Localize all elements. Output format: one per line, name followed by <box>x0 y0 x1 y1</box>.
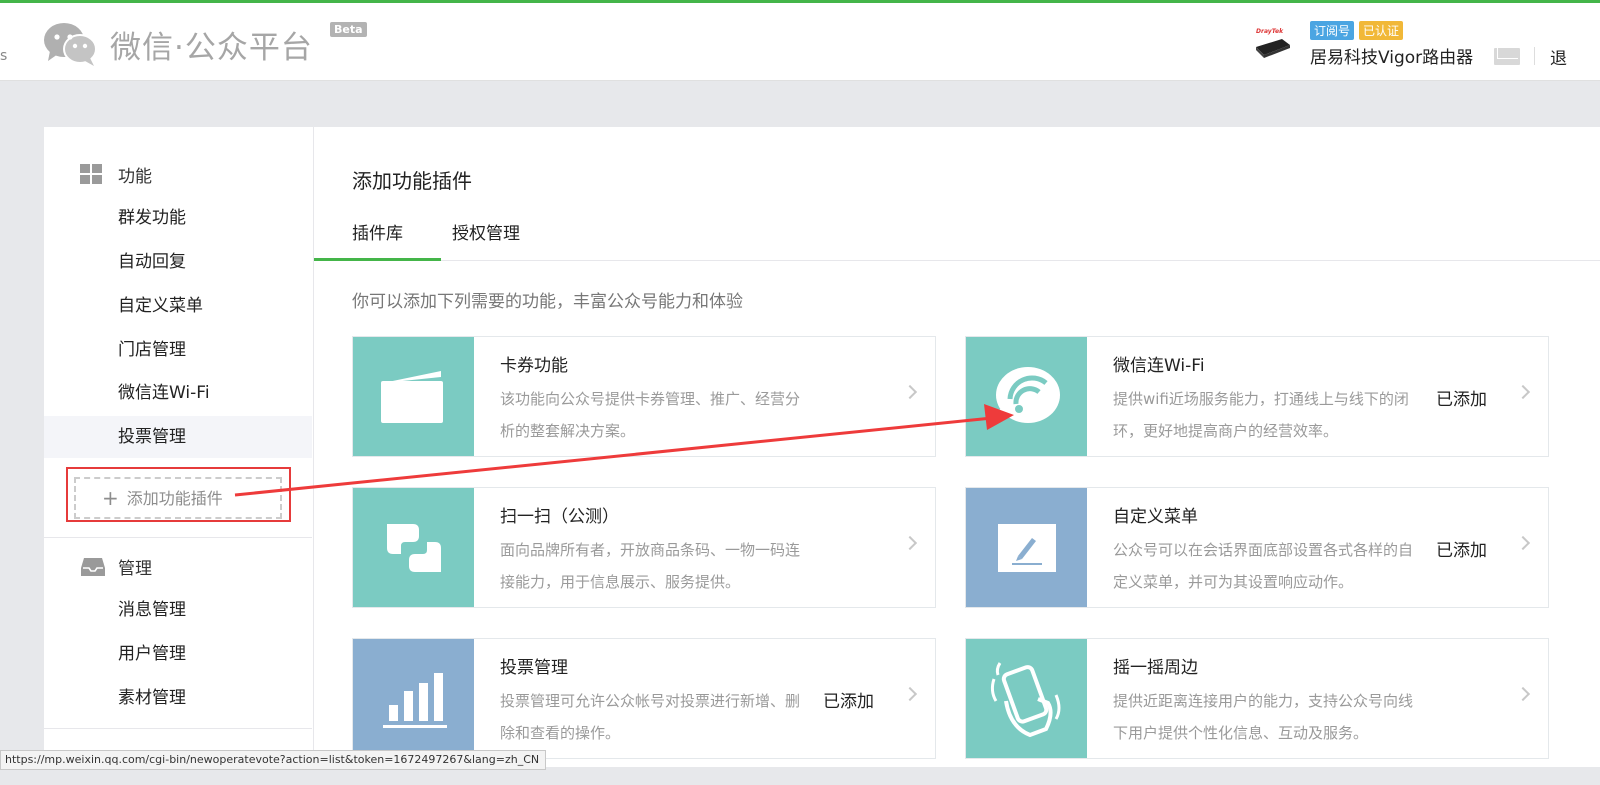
plugin-card-name: 自定义菜单 <box>1113 507 1198 527</box>
header: s 微信·公众平台 Beta DrayTek 订阅号 已认证 居易科技Vigor… <box>0 3 1600 81</box>
section-function: 功能 <box>80 162 152 187</box>
plugin-card-desc: 投票管理可允许公众帐号对投票进行新增、删除和查看的操作。 <box>500 692 801 742</box>
avatar-brand-text: DrayTek <box>1256 28 1284 35</box>
inbox-icon <box>81 557 105 576</box>
sidebar-item-store-management[interactable]: 门店管理 <box>44 329 312 371</box>
sidebar-item-vote-management[interactable]: 投票管理 <box>44 416 312 458</box>
added-status: 已添加 <box>1436 541 1487 561</box>
subscription-badge: 订阅号 <box>1310 21 1355 40</box>
plugin-card-name: 微信连Wi-Fi <box>1113 356 1205 376</box>
browser-status-url: https://mp.weixin.qq.com/cgi-bin/newoper… <box>0 750 546 770</box>
section-function-title: 功能 <box>118 167 152 187</box>
sidebar-divider <box>44 728 312 729</box>
chevron-right-icon <box>1515 384 1531 400</box>
card-icon <box>381 371 443 423</box>
shake-icon <box>990 662 1061 738</box>
scan-icon <box>387 524 441 572</box>
grid-icon <box>80 163 102 184</box>
added-status: 已添加 <box>823 692 874 712</box>
plugin-card-wifi[interactable]: 微信连Wi-Fi 提供wifi近场服务能力，打通线上与线下的闭环，更好地提高商户… <box>965 336 1549 457</box>
sidebar-item-auto-reply[interactable]: 自动回复 <box>44 241 312 283</box>
beta-badge: Beta <box>330 22 367 37</box>
sidebar-item-mass-send[interactable]: 群发功能 <box>44 197 312 239</box>
tab-bar: 插件库 授权管理 <box>314 209 1600 261</box>
sidebar-item-user-management[interactable]: 用户管理 <box>44 633 312 675</box>
plugin-card-thumb <box>353 488 474 607</box>
chevron-right-icon <box>902 686 918 702</box>
chevron-right-icon <box>1515 535 1531 551</box>
logout-link[interactable]: 退 <box>1550 44 1567 69</box>
page-title: 添加功能插件 <box>352 169 472 193</box>
plugin-card-vote[interactable]: 投票管理 投票管理可允许公众帐号对投票进行新增、删除和查看的操作。 已添加 <box>352 638 936 759</box>
header-separator <box>1534 47 1535 65</box>
edit-icon <box>998 524 1056 572</box>
plugin-card-desc: 该功能向公众号提供卡券管理、推广、经营分析的整套解决方案。 <box>500 390 801 440</box>
sidebar-item-custom-menu[interactable]: 自定义菜单 <box>44 285 312 327</box>
plugin-card-desc: 公众号可以在会话界面底部设置各式各样的自定义菜单，并可为其设置响应动作。 <box>1113 541 1414 591</box>
sidebar: 功能 群发功能 自动回复 自定义菜单 门店管理 微信连Wi-Fi 投票管理 + 添… <box>44 127 314 767</box>
plugin-card-desc: 面向品牌所有者，开放商品条码、一物一码连接能力，用于信息展示、服务提供。 <box>500 541 801 591</box>
plugin-card-thumb <box>966 488 1087 607</box>
verified-badge: 已认证 <box>1359 21 1404 40</box>
logo-text: 微信·公众平台 <box>110 29 313 66</box>
plugin-card-desc: 提供wifi近场服务能力，打通线上与线下的闭环，更好地提高商户的经营效率。 <box>1113 390 1409 440</box>
wechat-logo[interactable]: 微信·公众平台 <box>42 21 313 67</box>
sidebar-divider <box>44 537 312 538</box>
plugin-card-desc: 提供近距离连接用户的能力，支持公众号向线下用户提供个性化信息、互动及服务。 <box>1113 692 1414 742</box>
plugin-card-name: 扫一扫（公测） <box>500 507 619 527</box>
highlight-annotation-box <box>66 467 291 522</box>
sidebar-item-material-management[interactable]: 素材管理 <box>44 677 312 719</box>
plugin-card-name: 卡券功能 <box>500 356 568 376</box>
plugin-card-thumb <box>966 639 1087 758</box>
plugin-card-coupon[interactable]: 卡券功能 该功能向公众号提供卡券管理、推广、经营分析的整套解决方案。 <box>352 336 936 457</box>
sidebar-item-message-management[interactable]: 消息管理 <box>44 589 312 631</box>
plugin-card-name: 摇一摇周边 <box>1113 658 1198 678</box>
page-description: 你可以添加下列需要的功能，丰富公众号能力和体验 <box>352 292 743 312</box>
account-badges: 订阅号 已认证 <box>1310 21 1404 40</box>
account-name[interactable]: 居易科技Vigor路由器 <box>1310 43 1473 68</box>
section-manage: 管理 <box>80 554 152 579</box>
plugin-card-name: 投票管理 <box>500 658 568 678</box>
chevron-right-icon <box>1515 686 1531 702</box>
left-edge-clipped-text: s <box>0 48 8 64</box>
sidebar-item-wifi[interactable]: 微信连Wi-Fi <box>44 372 312 414</box>
plugin-card-custom-menu[interactable]: 自定义菜单 公众号可以在会话界面底部设置各式各样的自定义菜单，并可为其设置响应动… <box>965 487 1549 608</box>
plugin-card-thumb <box>353 337 474 456</box>
main-panel: 添加功能插件 插件库 授权管理 你可以添加下列需要的功能，丰富公众号能力和体验 … <box>314 127 1600 767</box>
router-avatar-icon: DrayTek <box>1256 28 1290 58</box>
added-status: 已添加 <box>1436 390 1487 410</box>
bar-chart-icon <box>383 673 447 728</box>
section-manage-title: 管理 <box>118 559 152 579</box>
mail-icon[interactable] <box>1494 48 1520 65</box>
chevron-right-icon <box>902 535 918 551</box>
plugin-card-scan[interactable]: 扫一扫（公测） 面向品牌所有者，开放商品条码、一物一码连接能力，用于信息展示、服… <box>352 487 936 608</box>
plugin-card-thumb <box>353 639 474 758</box>
wechat-logo-icon <box>44 23 97 66</box>
plugin-card-shake[interactable]: 摇一摇周边 提供近距离连接用户的能力，支持公众号向线下用户提供个性化信息、互动及… <box>965 638 1549 759</box>
wifi-icon <box>996 367 1060 423</box>
tab-plugin-library[interactable]: 插件库 <box>314 221 441 261</box>
chevron-right-icon <box>902 384 918 400</box>
plugin-card-thumb <box>966 337 1087 456</box>
tab-authorization[interactable]: 授权管理 <box>452 221 520 261</box>
